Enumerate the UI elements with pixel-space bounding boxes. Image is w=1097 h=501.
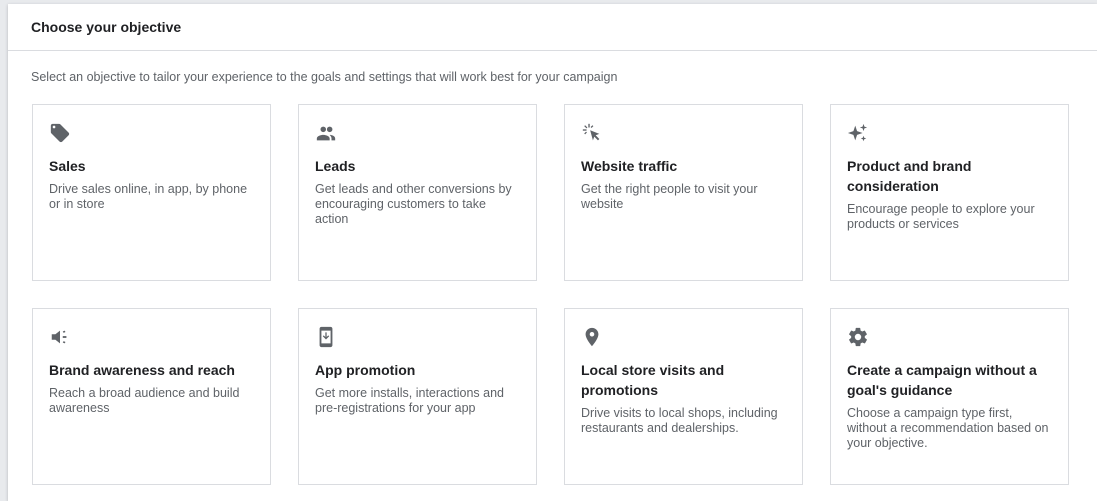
tag-icon: [49, 122, 71, 144]
card-title: Create a campaign without a goal's guida…: [847, 362, 1037, 398]
objective-card-app-promotion[interactable]: App promotion Get more installs, interac…: [298, 308, 537, 485]
people-icon: [315, 122, 337, 144]
card-description: Get more installs, interactions and pre-…: [315, 386, 504, 415]
card-description: Encourage people to explore your product…: [847, 202, 1035, 231]
card-title: Local store visits and promotions: [581, 362, 725, 398]
card-title: App promotion: [315, 362, 416, 378]
card-title: Website traffic: [581, 158, 678, 174]
objective-card-leads[interactable]: Leads Get leads and other conversions by…: [298, 104, 537, 281]
page-title: Choose your objective: [8, 4, 1097, 51]
gear-icon: [847, 326, 869, 348]
objective-panel: Choose your objective Select an objectiv…: [8, 4, 1097, 501]
objective-card-sales[interactable]: Sales Drive sales online, in app, by pho…: [32, 104, 271, 281]
objective-card-brand-awareness[interactable]: Brand awareness and reach Reach a broad …: [32, 308, 271, 485]
phone-download-icon: [315, 326, 337, 348]
card-title: Brand awareness and reach: [49, 362, 235, 378]
card-description: Choose a campaign type first, without a …: [847, 406, 1049, 450]
subtitle: Select an objective to tailor your exper…: [31, 70, 618, 84]
card-title: Sales: [49, 158, 86, 174]
objective-card-website-traffic[interactable]: Website traffic Get the right people to …: [564, 104, 803, 281]
megaphone-icon: [49, 326, 71, 348]
card-description: Drive visits to local shops, including r…: [581, 406, 778, 435]
card-description: Get the right people to visit your websi…: [581, 182, 758, 211]
objective-card-local-store[interactable]: Local store visits and promotions Drive …: [564, 308, 803, 485]
card-description: Reach a broad audience and build awarene…: [49, 386, 240, 415]
card-description: Get leads and other conversions by encou…: [315, 182, 512, 226]
sparkle-icon: [847, 122, 869, 144]
objective-card-product-brand[interactable]: Product and brand consideration Encourag…: [830, 104, 1069, 281]
location-pin-icon: [581, 326, 603, 348]
card-title: Leads: [315, 158, 356, 174]
card-title: Product and brand consideration: [847, 158, 972, 194]
card-description: Drive sales online, in app, by phone or …: [49, 182, 248, 211]
objective-card-no-goal[interactable]: Create a campaign without a goal's guida…: [830, 308, 1069, 485]
cursor-click-icon: [581, 122, 603, 144]
